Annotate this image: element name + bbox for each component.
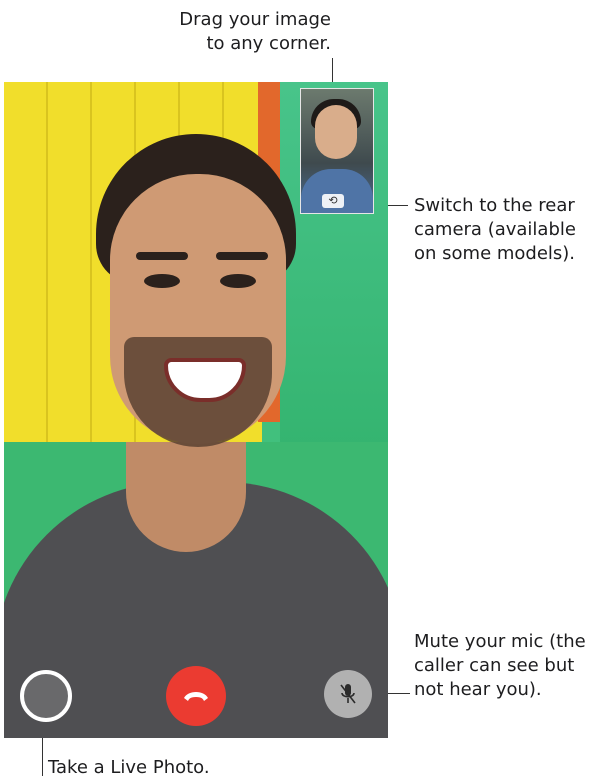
camera-rotate-icon: ⟲ (328, 194, 338, 207)
callout-switch-line-2: camera (available (414, 219, 576, 240)
self-view-face (315, 105, 357, 159)
mute-button[interactable] (324, 670, 372, 718)
microphone-slash-icon (340, 684, 356, 704)
callout-drag-image: Drag your image to any corner. (179, 8, 331, 56)
callout-mute: Mute your mic (the caller can see but no… (414, 630, 586, 702)
callout-switch-line-1: Switch to the rear (414, 195, 575, 216)
callout-switch-camera: Switch to the rear camera (available on … (414, 194, 576, 266)
callout-drag-line-2: to any corner. (206, 33, 331, 54)
caller-left-eye (144, 274, 180, 288)
callout-live-photo: Take a Live Photo. (48, 757, 210, 778)
callout-mute-line-1: Mute your mic (the (414, 631, 586, 652)
phone-hangup-icon (184, 692, 208, 701)
callout-mute-line-2: caller can see but (414, 655, 575, 676)
live-photo-button[interactable] (20, 670, 72, 722)
caller-right-eye (220, 274, 256, 288)
caller-left-brow (136, 252, 188, 260)
callout-switch-line-3: on some models). (414, 243, 576, 264)
end-call-button[interactable] (166, 666, 226, 726)
switch-camera-button[interactable]: ⟲ (322, 194, 344, 208)
callout-drag-line-1: Drag your image (179, 9, 331, 30)
caller-right-brow (216, 252, 268, 260)
callout-mute-line-3: not hear you). (414, 679, 542, 700)
video-call-screen: ⟲ (4, 82, 388, 738)
